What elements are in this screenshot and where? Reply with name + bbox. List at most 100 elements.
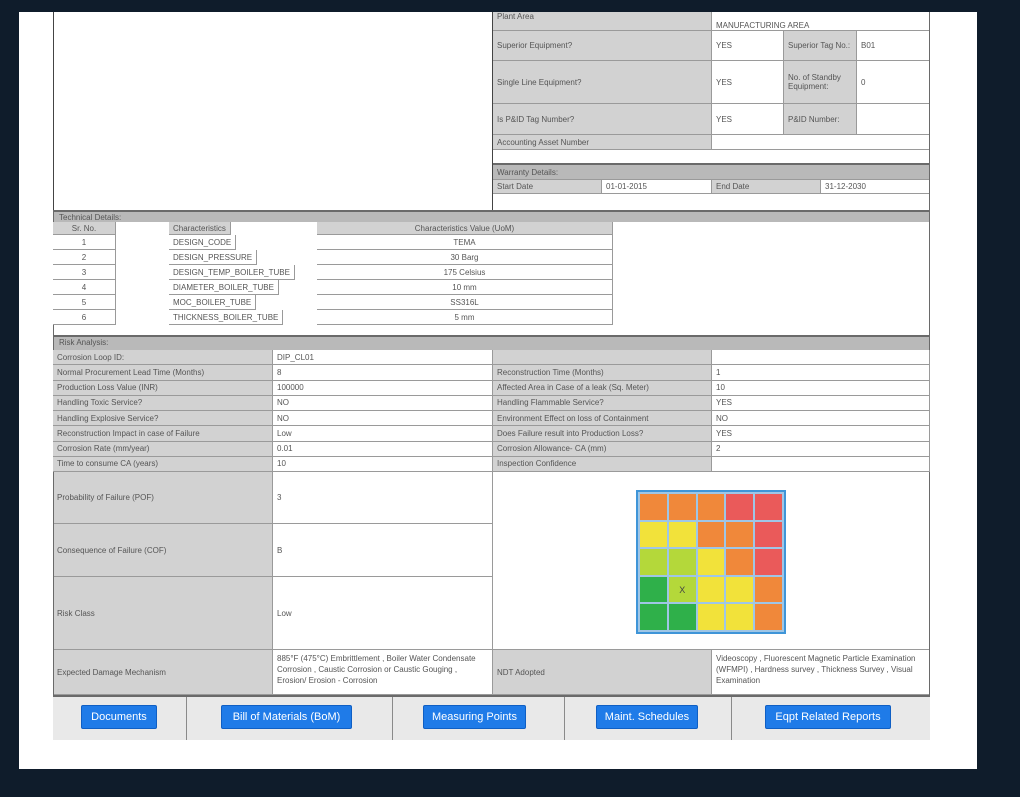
damage-label: Expected Damage Mechanism xyxy=(53,650,273,695)
technical-row-characteristic: DESIGN_PRESSURE xyxy=(169,250,258,265)
technical-row-value: 30 Barg xyxy=(317,250,613,265)
pid-number-value xyxy=(857,104,930,135)
separator xyxy=(186,697,187,740)
risk-value xyxy=(712,350,930,366)
technical-row-srno: 2 xyxy=(53,250,116,265)
risk-matrix-marker: X xyxy=(668,576,696,603)
spacer xyxy=(493,150,930,163)
technical-header: Characteristics Value (UoM) xyxy=(317,222,613,235)
risk-matrix-cell xyxy=(726,549,754,575)
risk-matrix-cell xyxy=(640,494,667,520)
technical-row-value: TEMA xyxy=(317,235,613,250)
pid-number-label: P&ID Number: xyxy=(784,104,857,135)
technical-row-srno: 6 xyxy=(53,310,116,325)
technical-row-value: 175 Celsius xyxy=(317,265,613,280)
risk-matrix-cell xyxy=(697,521,725,548)
pof-label: Probability of Failure (POF) xyxy=(53,472,273,524)
risk-matrix-cell xyxy=(640,576,667,603)
plant-area-value: MANUFACTURING AREA xyxy=(712,12,930,31)
accounting-value xyxy=(712,135,930,150)
risk-matrix-cell xyxy=(726,604,754,630)
technical-row-characteristic: DESIGN_CODE xyxy=(169,235,237,250)
risk-matrix-cell xyxy=(755,494,782,520)
risk-value: 2 xyxy=(712,441,930,457)
technical-row-srno: 1 xyxy=(53,235,116,250)
pid-tag-value: YES xyxy=(712,104,784,135)
risk-class-value: Low xyxy=(273,577,493,650)
risk-matrix-cell xyxy=(726,494,754,520)
risk-label: Handling Explosive Service? xyxy=(53,411,273,427)
technical-row-characteristic: THICKNESS_BOILER_TUBE xyxy=(169,310,284,325)
risk-class-label: Risk Class xyxy=(53,577,273,650)
risk-label: Production Loss Value (INR) xyxy=(53,380,273,396)
risk-label: Handling Toxic Service? xyxy=(53,395,273,412)
risk-value: 8 xyxy=(273,365,493,381)
single-line-value: YES xyxy=(712,61,784,104)
technical-row-value: SS316L xyxy=(317,295,613,310)
risk-matrix-cell xyxy=(697,549,725,575)
risk-value: 10 xyxy=(273,456,493,473)
risk-matrix-cell xyxy=(668,549,696,575)
technical-row-srno: 4 xyxy=(53,280,116,295)
risk-label: Handling Flammable Service? xyxy=(493,395,712,412)
technical-row-characteristic: MOC_BOILER_TUBE xyxy=(169,295,257,310)
risk-matrix-cell xyxy=(755,521,782,548)
superior-tag-value: B01 xyxy=(857,31,930,61)
warranty-end-label: End Date xyxy=(712,180,821,194)
standby-label: No. of Standby Equipment: xyxy=(784,61,857,104)
risk-value: NO xyxy=(712,411,930,427)
measuring-points-button[interactable]: Measuring Points xyxy=(423,705,526,729)
cof-value: B xyxy=(273,524,493,577)
technical-row-value: 5 mm xyxy=(317,310,613,325)
spacer xyxy=(493,194,930,210)
technical-row-characteristic: DESIGN_TEMP_BOILER_TUBE xyxy=(169,265,295,280)
risk-matrix-cell xyxy=(697,604,725,630)
damage-value: 885°F (475°C) Embrittlement , Boiler Wat… xyxy=(273,650,493,695)
technical-row-value: 10 mm xyxy=(317,280,613,295)
documents-button[interactable]: Documents xyxy=(81,705,157,729)
technical-title: Technical Details: xyxy=(53,210,930,222)
risk-label: Inspection Confidence xyxy=(493,456,712,473)
risk-matrix-cell xyxy=(755,549,782,575)
risk-matrix-cell xyxy=(640,604,667,630)
risk-value xyxy=(712,456,930,473)
risk-value: 0.01 xyxy=(273,441,493,457)
risk-matrix: X xyxy=(636,490,786,634)
separator xyxy=(731,697,732,740)
ndt-value: Videoscopy , Fluorescent Magnetic Partic… xyxy=(712,650,930,695)
risk-value: DIP_CL01 xyxy=(273,350,493,366)
ndt-label: NDT Adopted xyxy=(493,650,712,695)
plant-area-label: Plant Area xyxy=(493,12,712,31)
risk-matrix-cell xyxy=(726,576,754,603)
risk-label: Reconstruction Time (Months) xyxy=(493,365,712,381)
risk-matrix-cell xyxy=(697,494,725,520)
risk-label: Affected Area in Case of a leak (Sq. Met… xyxy=(493,380,712,396)
risk-value: NO xyxy=(273,411,493,427)
risk-matrix-cell xyxy=(668,604,696,630)
risk-value: 10 xyxy=(712,380,930,396)
superior-equipment-value: YES xyxy=(712,31,784,61)
technical-header: Characteristics xyxy=(169,222,231,235)
risk-matrix-cell xyxy=(640,521,667,548)
superior-tag-label: Superior Tag No.: xyxy=(784,31,857,61)
warranty-start-value: 01-01-2015 xyxy=(602,180,712,194)
bom-button[interactable]: Bill of Materials (BoM) xyxy=(221,705,352,729)
risk-value: NO xyxy=(273,395,493,412)
risk-label: Corrosion Rate (mm/year) xyxy=(53,441,273,457)
risk-matrix-cell xyxy=(755,576,782,603)
risk-matrix-cell xyxy=(726,521,754,548)
risk-title: Risk Analysis: xyxy=(53,335,930,350)
action-bar: Documents Bill of Materials (BoM) Measur… xyxy=(53,697,930,740)
risk-matrix-cell xyxy=(668,521,696,548)
accounting-label: Accounting Asset Number xyxy=(493,135,712,150)
technical-row-characteristic: DIAMETER_BOILER_TUBE xyxy=(169,280,279,295)
technical-row-srno: 3 xyxy=(53,265,116,280)
risk-matrix-cell xyxy=(697,576,725,603)
maint-schedules-button[interactable]: Maint. Schedules xyxy=(596,705,698,729)
risk-label xyxy=(493,350,712,366)
risk-label: Normal Procurement Lead Time (Months) xyxy=(53,365,273,381)
warranty-end-value: 31-12-2030 xyxy=(821,180,930,194)
warranty-title: Warranty Details: xyxy=(493,163,930,180)
eqpt-reports-button[interactable]: Eqpt Related Reports xyxy=(765,705,891,729)
risk-matrix-cell xyxy=(755,604,782,630)
